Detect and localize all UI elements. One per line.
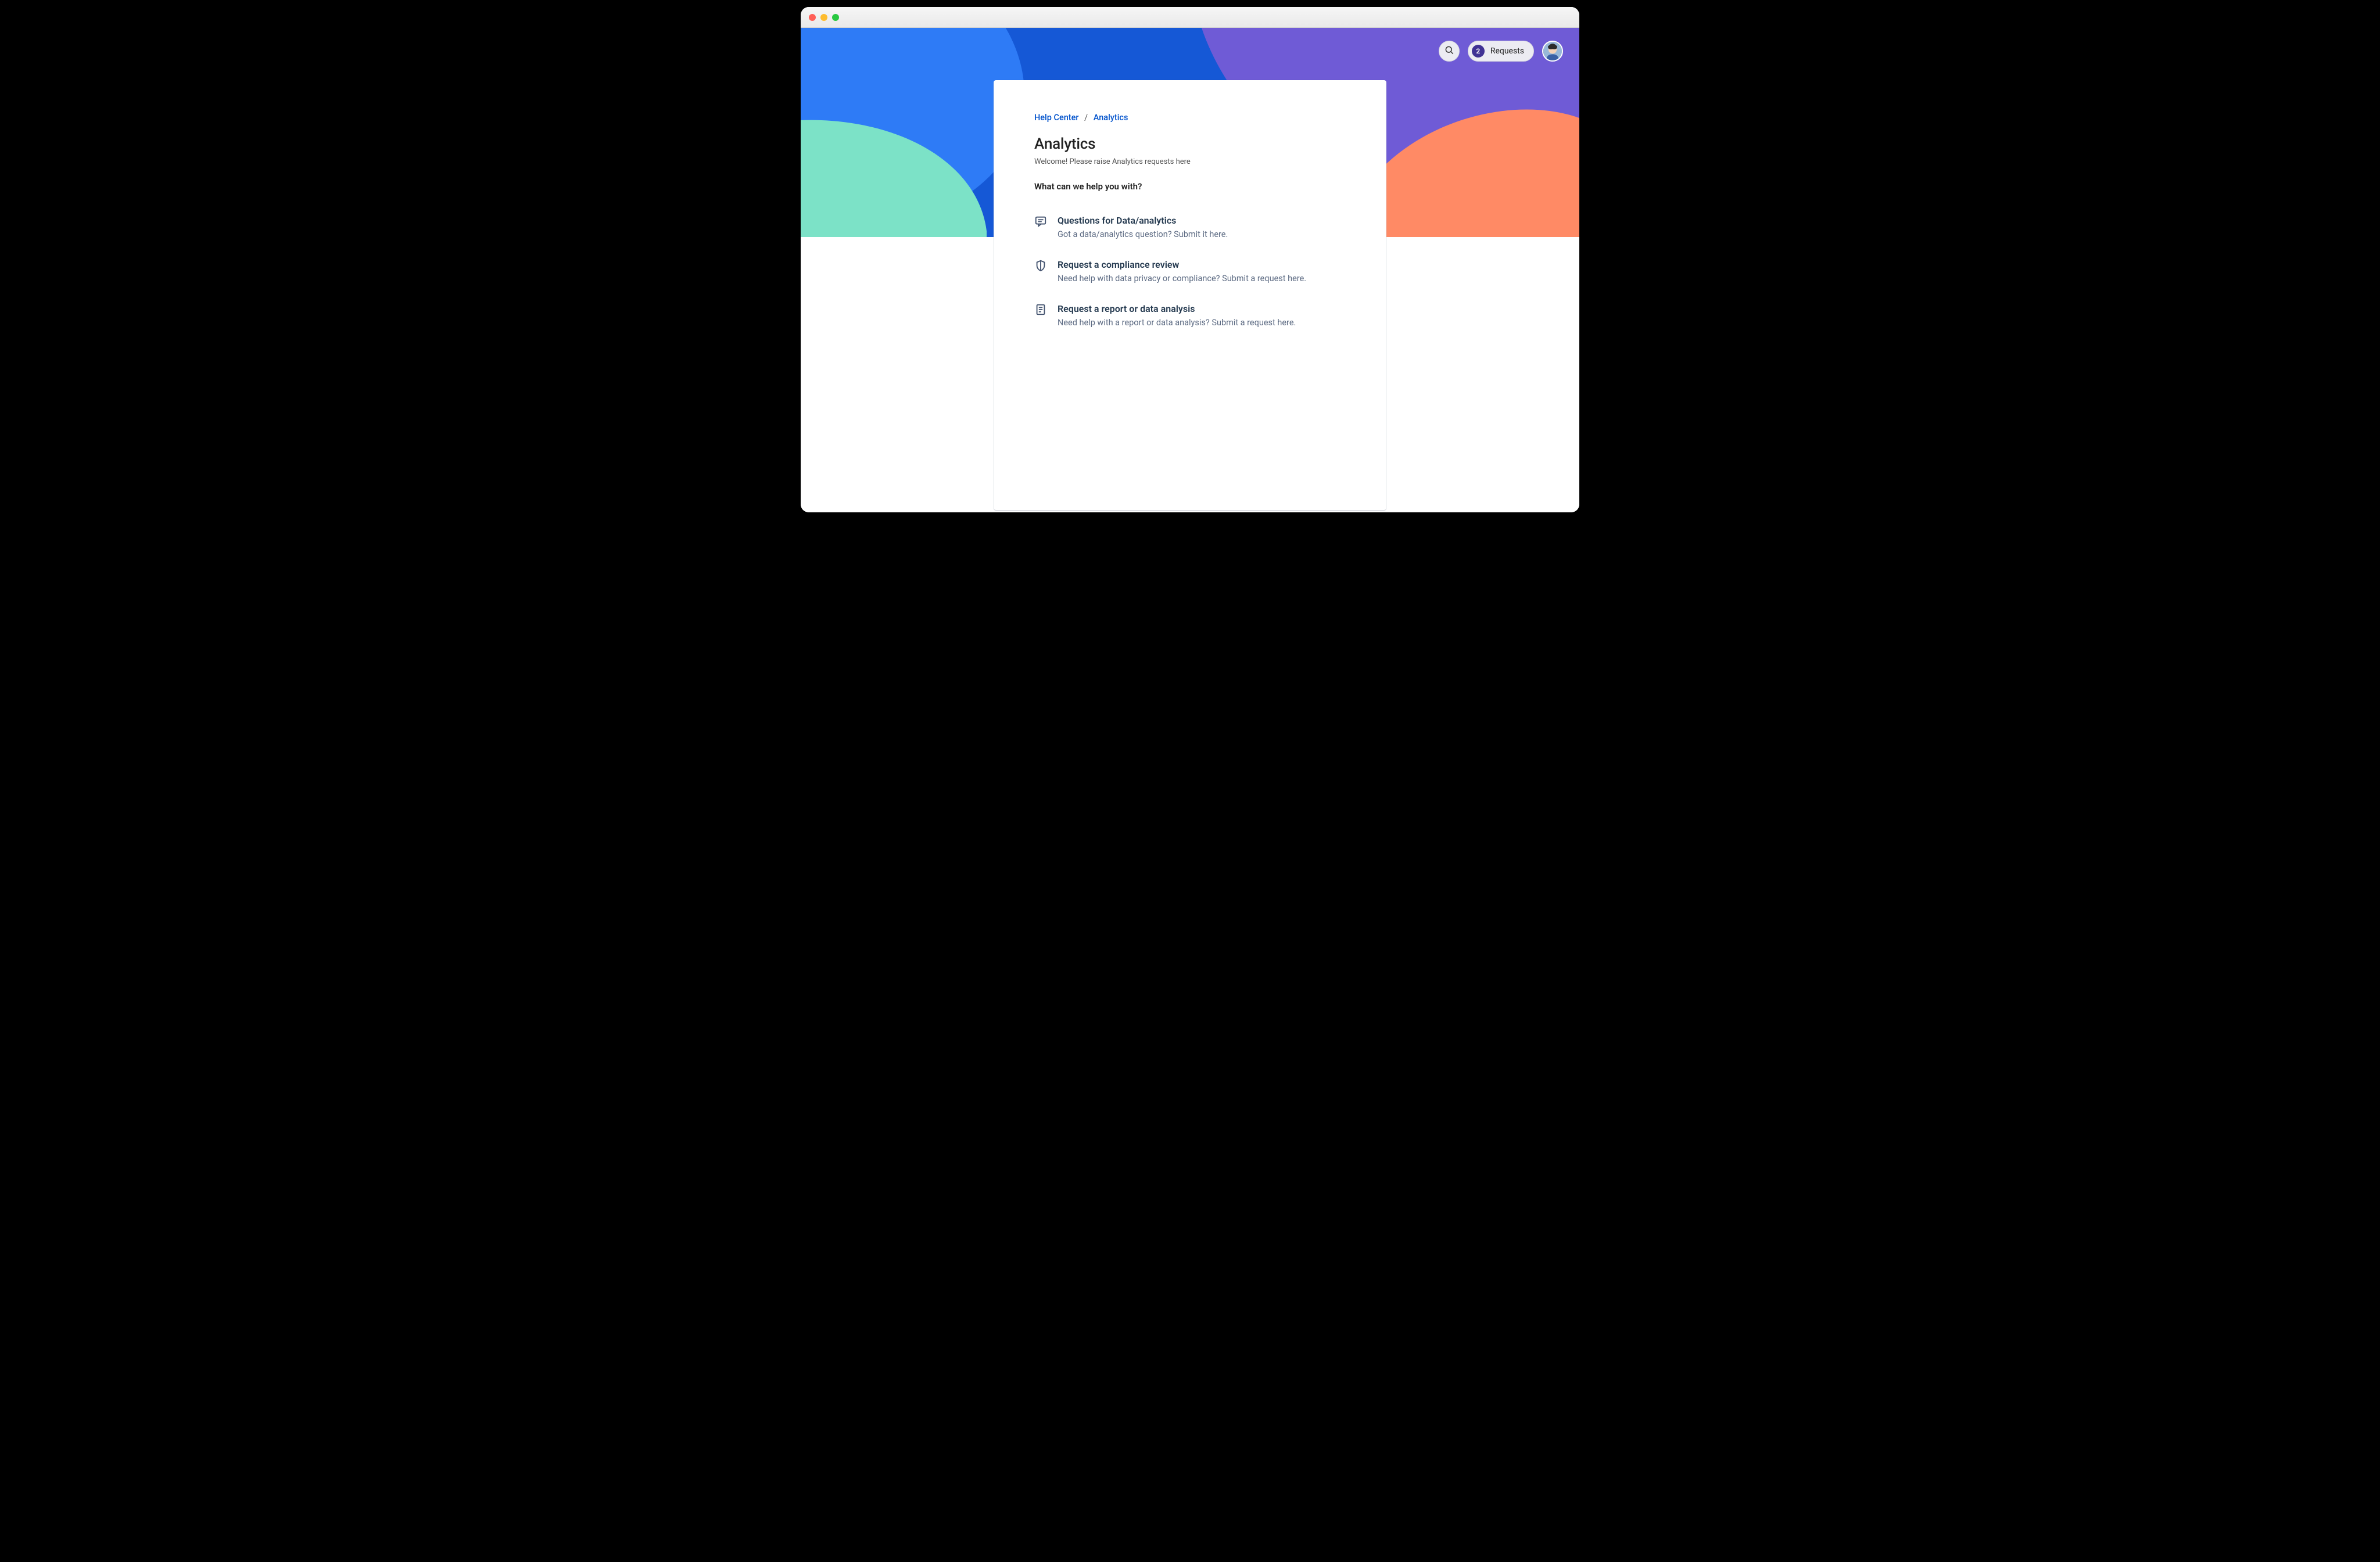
request-type-desc: Need help with a report or data analysis… bbox=[1058, 318, 1296, 328]
requests-count-badge: 2 bbox=[1472, 45, 1485, 58]
request-type-title: Request a report or data analysis bbox=[1058, 303, 1296, 314]
avatar[interactable] bbox=[1542, 41, 1563, 62]
request-type-title: Questions for Data/analytics bbox=[1058, 215, 1228, 226]
breadcrumb-root-link[interactable]: Help Center bbox=[1034, 113, 1079, 123]
help-heading: What can we help you with? bbox=[1034, 181, 1346, 192]
breadcrumb-current-link[interactable]: Analytics bbox=[1094, 113, 1128, 123]
request-type-list: Questions for Data/analytics Got a data/… bbox=[1034, 215, 1346, 328]
titlebar bbox=[801, 7, 1579, 28]
request-type-desc: Need help with data privacy or complianc… bbox=[1058, 274, 1306, 283]
page-title: Analytics bbox=[1034, 135, 1346, 153]
breadcrumb-separator: / bbox=[1084, 113, 1088, 123]
browser-window: 2 Requests Help Center / Analytics Analy… bbox=[801, 7, 1579, 512]
request-type-title: Request a compliance review bbox=[1058, 259, 1306, 270]
window-zoom-dot[interactable] bbox=[832, 14, 839, 21]
requests-button[interactable]: 2 Requests bbox=[1468, 41, 1534, 62]
page-subtitle: Welcome! Please raise Analytics requests… bbox=[1034, 157, 1346, 166]
request-type-compliance[interactable]: Request a compliance review Need help wi… bbox=[1034, 259, 1346, 283]
search-icon bbox=[1444, 45, 1454, 58]
search-button[interactable] bbox=[1439, 41, 1460, 62]
content-card: Help Center / Analytics Analytics Welcom… bbox=[994, 80, 1386, 510]
topbar: 2 Requests bbox=[1439, 41, 1563, 62]
window-close-dot[interactable] bbox=[809, 14, 816, 21]
report-icon bbox=[1034, 303, 1047, 316]
request-type-report[interactable]: Request a report or data analysis Need h… bbox=[1034, 303, 1346, 328]
request-type-questions[interactable]: Questions for Data/analytics Got a data/… bbox=[1034, 215, 1346, 239]
request-type-desc: Got a data/analytics question? Submit it… bbox=[1058, 229, 1228, 239]
requests-label: Requests bbox=[1490, 46, 1524, 56]
window-minimize-dot[interactable] bbox=[820, 14, 827, 21]
chat-icon bbox=[1034, 215, 1047, 228]
shield-icon bbox=[1034, 259, 1047, 272]
breadcrumb: Help Center / Analytics bbox=[1034, 113, 1346, 123]
